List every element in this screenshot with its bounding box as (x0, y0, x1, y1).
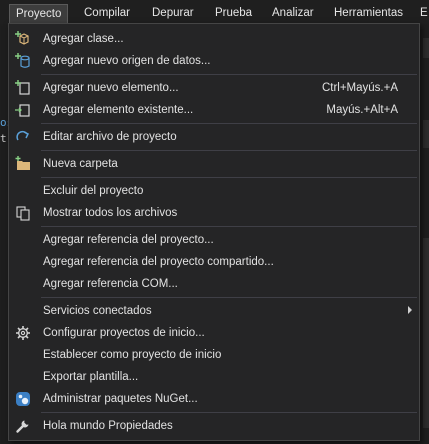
menu-item-label: Hola mundo Propiedades (43, 420, 173, 432)
nuget-icon (15, 391, 31, 407)
menu-separator (41, 74, 417, 75)
menu-bar: Proyecto Compilar Depurar Prueba Analiza… (0, 0, 429, 24)
menu-item-label: Agregar referencia COM... (43, 278, 178, 290)
existing-item-icon (15, 102, 31, 118)
menu-item-exportar-plantilla[interactable]: Exportar plantilla... (10, 366, 418, 388)
editor-background-right (420, 24, 429, 444)
menu-item-editar-archivo-proyecto[interactable]: Editar archivo de proyecto (10, 126, 418, 148)
menu-item-agregar-referencia-compartido[interactable]: Agregar referencia del proyecto comparti… (10, 251, 418, 273)
menu-item-agregar-origen-datos[interactable]: Agregar nuevo origen de datos... (10, 50, 418, 72)
new-item-icon (15, 80, 31, 96)
menu-herramientas[interactable]: Herramientas (328, 4, 409, 23)
menu-item-administrar-nuget[interactable]: Administrar paquetes NuGet... (10, 388, 418, 410)
editor-fragment: t (0, 132, 7, 145)
edit-project-file-icon (15, 129, 31, 145)
menu-analizar[interactable]: Analizar (266, 4, 320, 23)
menu-item-label: Establecer como proyecto de inicio (43, 349, 222, 361)
menu-separator (41, 297, 417, 298)
menu-item-configurar-proyectos-inicio[interactable]: Configurar proyectos de inicio... (10, 322, 418, 344)
editor-block (423, 120, 429, 148)
menu-item-agregar-elemento-existente[interactable]: Agregar elemento existente... Mayús.+Alt… (10, 99, 418, 121)
menu-item-establecer-proyecto-inicio[interactable]: Establecer como proyecto de inicio (10, 344, 418, 366)
menu-item-label: Exportar plantilla... (43, 371, 139, 383)
menu-item-label: Editar archivo de proyecto (43, 131, 177, 143)
new-folder-icon (15, 156, 31, 172)
menu-item-label: Nueva carpeta (43, 158, 118, 170)
add-class-icon (15, 31, 31, 47)
gear-icon (15, 325, 31, 341)
menu-item-label: Agregar nuevo elemento... (43, 82, 179, 94)
menu-separator (41, 123, 417, 124)
menu-prueba[interactable]: Prueba (209, 4, 258, 23)
menu-separator (41, 226, 417, 227)
menu-item-label: Agregar nuevo origen de datos... (43, 55, 211, 67)
menu-item-agregar-nuevo-elemento[interactable]: Agregar nuevo elemento... Ctrl+Mayús.+A (10, 77, 418, 99)
menu-item-excluir-proyecto[interactable]: Excluir del proyecto (10, 180, 418, 202)
editor-background-left: os t (0, 24, 13, 444)
menu-proyecto[interactable]: Proyecto (9, 4, 69, 24)
wrench-icon (15, 418, 31, 434)
menu-item-agregar-referencia-proyecto[interactable]: Agregar referencia del proyecto... (10, 229, 418, 251)
menu-item-label: Administrar paquetes NuGet... (43, 393, 198, 405)
show-all-files-icon (15, 205, 31, 221)
add-data-source-icon (15, 53, 31, 69)
submenu-arrow-icon (408, 306, 412, 314)
menu-depurar[interactable]: Depurar (146, 4, 200, 23)
editor-block (423, 238, 429, 428)
menu-item-label: Agregar elemento existente... (43, 104, 194, 116)
menu-item-label: Servicios conectados (43, 305, 152, 317)
menu-item-label: Excluir del proyecto (43, 185, 144, 197)
menu-e[interactable]: E (418, 4, 428, 23)
menu-separator (41, 177, 417, 178)
menu-item-agregar-clase[interactable]: Agregar clase... (10, 28, 418, 50)
menu-item-label: Agregar referencia del proyecto comparti… (43, 256, 274, 268)
menu-item-label: Configurar proyectos de inicio... (43, 327, 205, 339)
menu-item-label: Agregar clase... (43, 33, 124, 45)
menu-separator (41, 412, 417, 413)
menu-item-label: Agregar referencia del proyecto... (43, 234, 214, 246)
menu-separator (41, 150, 417, 151)
menu-item-shortcut: Ctrl+Mayús.+A (321, 82, 398, 94)
menu-item-agregar-referencia-com[interactable]: Agregar referencia COM... (10, 273, 418, 295)
proyecto-dropdown-menu: Agregar clase... Agregar nuevo origen de… (8, 23, 420, 441)
menu-compilar[interactable]: Compilar (78, 4, 136, 23)
menu-item-nueva-carpeta[interactable]: Nueva carpeta (10, 153, 418, 175)
menu-item-shortcut: Mayús.+Alt+A (326, 104, 398, 116)
menu-item-propiedades[interactable]: Hola mundo Propiedades (10, 415, 418, 437)
menu-item-servicios-conectados[interactable]: Servicios conectados (10, 300, 418, 322)
menu-item-mostrar-todos-archivos[interactable]: Mostrar todos los archivos (10, 202, 418, 224)
menu-item-label: Mostrar todos los archivos (43, 207, 178, 219)
editor-block (423, 38, 429, 58)
